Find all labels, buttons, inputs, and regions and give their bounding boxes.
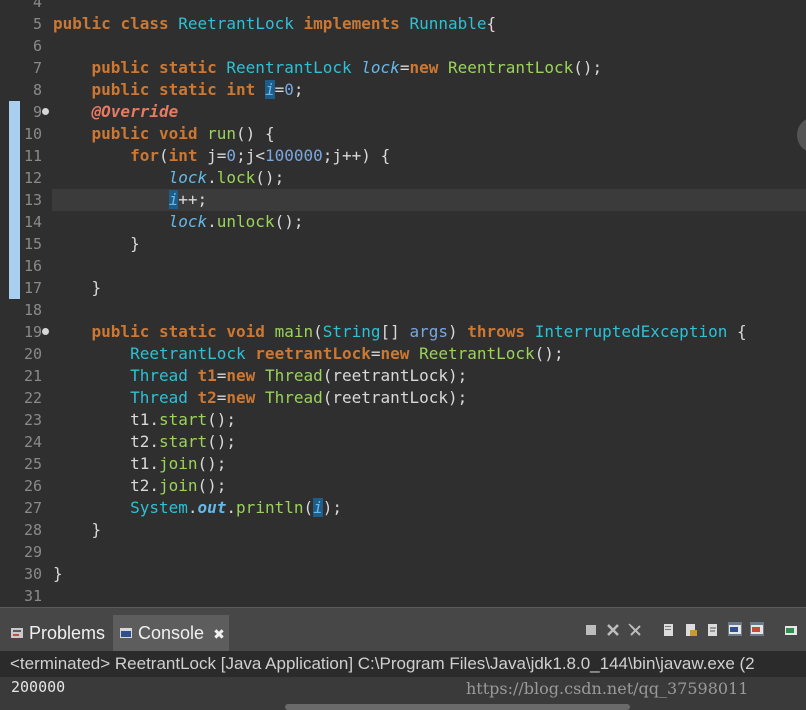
line-number-gutter: 4 5 6 7 8 9 10 11 12 13 14 15 16 17 18 19 20 21 22 23 24 25 26… <box>0 0 50 610</box>
tab-console-label: Console <box>138 623 205 643</box>
code-line[interactable]: Thread t1=new Thread(reetrantLock); <box>53 365 467 387</box>
line-number: 4 <box>32 0 42 11</box>
console-output[interactable]: 200000 <box>11 677 65 697</box>
line-number: 5 <box>32 15 42 33</box>
code-line[interactable]: } <box>53 233 140 255</box>
console-panel: Problems Console ✖ <terminated> Reetrant… <box>0 607 806 710</box>
code-line[interactable]: for(int j=0;j<100000;j++) { <box>53 145 390 167</box>
console-status-line: <terminated> ReetrantLock [Java Applicat… <box>0 651 806 677</box>
line-number: 14 <box>23 213 42 231</box>
line-number: 21 <box>23 367 42 385</box>
code-line[interactable]: t2.start(); <box>53 431 236 453</box>
line-number: 24 <box>23 433 42 451</box>
code-line[interactable]: t1.join(); <box>53 453 226 475</box>
line-number: 15 <box>23 235 42 253</box>
code-line[interactable]: } <box>53 519 102 541</box>
panel-tab-bar: Problems Console ✖ <box>0 607 806 651</box>
problems-icon <box>10 619 24 638</box>
code-line[interactable]: public static int i=0; <box>53 79 304 101</box>
line-number: 27 <box>23 499 42 517</box>
tab-problems[interactable]: Problems <box>10 618 105 648</box>
line-number: 19 <box>23 323 42 341</box>
stop-icon[interactable] <box>584 622 598 636</box>
line-number: 11 <box>23 147 42 165</box>
line-number: 25 <box>23 455 42 473</box>
scroll-lock-icon[interactable] <box>684 622 698 636</box>
line-number: 28 <box>23 521 42 539</box>
code-line[interactable]: i++; <box>53 189 207 211</box>
code-line[interactable]: public static void main(String[] args) t… <box>53 321 747 343</box>
fold-toggle-icon[interactable] <box>42 328 49 335</box>
word-wrap-icon[interactable] <box>706 622 720 636</box>
line-number: 13 <box>23 191 42 209</box>
code-line[interactable]: t2.join(); <box>53 475 226 497</box>
code-line[interactable]: t1.start(); <box>53 409 236 431</box>
line-number: 12 <box>23 169 42 187</box>
code-line[interactable]: System.out.println(i); <box>53 497 342 519</box>
code-line[interactable]: ReetrantLock reetrantLock=new ReetrantLo… <box>53 343 564 365</box>
line-number: 31 <box>23 587 42 605</box>
line-number: 29 <box>23 543 42 561</box>
tab-problems-label: Problems <box>29 623 106 643</box>
code-line[interactable]: public void run() { <box>53 123 275 145</box>
line-number: 17 <box>23 279 42 297</box>
code-line[interactable]: lock.lock(); <box>53 167 285 189</box>
code-editor[interactable]: 4 5 6 7 8 9 10 11 12 13 14 15 16 17 18 19 20 21 22 23 24 25 26… <box>0 0 806 610</box>
clear-console-icon[interactable] <box>662 622 676 636</box>
line-number: 30 <box>23 565 42 583</box>
line-number: 16 <box>23 257 42 275</box>
console-icon <box>119 619 133 638</box>
code-line[interactable]: @Override <box>53 101 179 123</box>
line-number: 6 <box>32 37 42 55</box>
line-number: 8 <box>32 81 42 99</box>
line-number: 10 <box>23 125 42 143</box>
code-line[interactable]: lock.unlock(); <box>53 211 304 233</box>
line-number: 7 <box>32 59 42 77</box>
remove-launch-icon[interactable] <box>606 622 620 636</box>
code-line[interactable]: Thread t2=new Thread(reetrantLock); <box>53 387 467 409</box>
line-number: 18 <box>23 301 42 319</box>
code-line[interactable]: public class ReetrantLock implements Run… <box>53 13 496 35</box>
close-icon[interactable]: ✖ <box>213 626 225 642</box>
open-console-icon[interactable] <box>784 622 798 636</box>
watermark-text: https://blog.csdn.net/qq_37598011 <box>466 679 749 698</box>
code-line[interactable]: } <box>53 563 63 585</box>
line-number: 20 <box>23 345 42 363</box>
pin-console-icon[interactable] <box>728 622 742 636</box>
display-selected-console-icon[interactable] <box>750 622 764 636</box>
overview-ruler-icon <box>797 118 806 152</box>
line-number: 22 <box>23 389 42 407</box>
line-number: 23 <box>23 411 42 429</box>
horizontal-scrollbar[interactable] <box>285 704 630 710</box>
line-number: 26 <box>23 477 42 495</box>
remove-all-terminated-icon[interactable] <box>628 622 642 636</box>
line-number: 9 <box>32 103 42 121</box>
code-line[interactable]: } <box>53 277 102 299</box>
tab-console[interactable]: Console ✖ <box>119 618 225 648</box>
code-line[interactable]: public static ReentrantLock lock=new Ree… <box>53 57 603 79</box>
fold-toggle-icon[interactable] <box>42 108 49 115</box>
